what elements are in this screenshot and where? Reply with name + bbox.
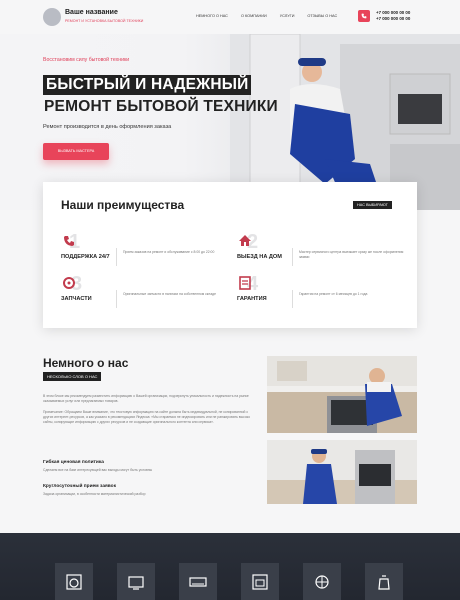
brand-tagline: РЕМОНТ И УСТАНОВКА БЫТОВОЙ ТЕХНИКИ: [65, 19, 144, 23]
advantage-text: Мастер сервисного центра выезжает сразу …: [299, 250, 404, 259]
about-paragraph-2: Примечание: Обращаем Ваше внимание, что …: [43, 410, 251, 424]
hero-title-line-2: РЕМОНТ БЫТОВОЙ ТЕХНИКИ: [44, 98, 278, 115]
hero-kicker: Восстановим силу бытовой техники: [43, 57, 130, 63]
advantage-name: ГАРАНТИЯ: [237, 296, 267, 302]
kettle-icon: [378, 575, 390, 590]
advantage-text: Прием заказов на ремонт и обслуживание с…: [123, 250, 215, 254]
about-badge: НЕСКОЛЬКО СЛОВ О НАС: [43, 372, 102, 381]
phone-button[interactable]: [358, 10, 370, 22]
svg-text:4: 4: [247, 273, 259, 294]
divider: [292, 290, 293, 308]
oven-icon: [252, 574, 268, 590]
divider: [116, 248, 117, 266]
about-title: Немного о нас: [43, 356, 129, 370]
advantage-name: ВЫЕЗД НА ДОМ: [237, 254, 282, 260]
main-nav: НЕМНОГО О НАС О КОМПАНИИ УСЛУГИ ОТЗЫВЫ О…: [196, 14, 337, 18]
phone-numbers: +7 000 000 00 00 +7 000 000 00 00: [376, 10, 410, 22]
phone-number-2[interactable]: +7 000 000 00 00: [376, 16, 410, 22]
service-tile[interactable]: [365, 563, 403, 600]
washing-machine-icon: [66, 574, 82, 590]
advantage-item: 3 ЗАПЧАСТИ Оригинальные запчасти в налич…: [61, 272, 231, 312]
service-tile[interactable]: [241, 563, 279, 600]
advantage-item: 2 ВЫЕЗД НА ДОМ Мастер сервисного центра …: [237, 230, 407, 270]
nav-item-reviews[interactable]: ОТЗЫВЫ О НАС: [307, 14, 337, 18]
feature-title-pricing: Гибкая ценовая политика: [43, 460, 104, 465]
hero-title-line-1: БЫСТРЫЙ И НАДЕЖНЫЙ: [43, 75, 252, 95]
feature-text-orders: Задача организации, в особенности матери…: [43, 492, 146, 496]
advantages-title: Наши преимущества: [61, 198, 185, 212]
tv-icon: [128, 576, 144, 590]
svg-text:3: 3: [71, 273, 82, 294]
about-photo-1: [267, 356, 417, 433]
nav-item-services[interactable]: УСЛУГИ: [280, 14, 295, 18]
service-tile[interactable]: [303, 563, 341, 600]
service-tile[interactable]: [55, 563, 93, 600]
advantage-item: 1 ПОДДЕРЖКА 24/7 Прием заказов на ремонт…: [61, 230, 231, 270]
phone-icon: [361, 13, 367, 19]
feature-text-pricing: Сделаем все на базе интересующей вас выг…: [43, 468, 153, 472]
hero-description: Ремонт производится в день оформления за…: [43, 124, 172, 130]
site-header: Ваше название РЕМОНТ И УСТАНОВКА БЫТОВОЙ…: [0, 0, 460, 34]
house-icon: 2: [239, 231, 258, 252]
nav-item-company[interactable]: О КОМПАНИИ: [241, 14, 267, 18]
advantage-text: Гарантия на ремонт от 6 месяцев до 1 год…: [299, 292, 368, 296]
logo[interactable]: [43, 8, 61, 26]
warranty-icon: 4: [239, 273, 259, 294]
fan-icon: [315, 575, 329, 589]
divider: [116, 290, 117, 308]
call-master-button[interactable]: ВЫЗВАТЬ МАСТЕРА: [43, 143, 109, 160]
air-conditioner-icon: [189, 577, 207, 587]
advantage-item: 4 ГАРАНТИЯ Гарантия на ремонт от 6 месяц…: [237, 272, 407, 312]
parts-icon: 3: [63, 273, 82, 294]
advantage-name: ЗАПЧАСТИ: [61, 296, 92, 302]
service-tile[interactable]: [117, 563, 155, 600]
svg-text:1: 1: [69, 231, 80, 252]
hero-title: БЫСТРЫЙ И НАДЕЖНЫЙ РЕМОНТ БЫТОВОЙ ТЕХНИК…: [43, 75, 278, 116]
about-photo-2: [267, 440, 417, 504]
nav-item-about[interactable]: НЕМНОГО О НАС: [196, 14, 228, 18]
feature-title-orders: Круглосуточный прием заявок: [43, 484, 117, 489]
brand-name[interactable]: Ваше название: [65, 9, 118, 16]
services-band: [0, 533, 460, 600]
advantage-name: ПОДДЕРЖКА 24/7: [61, 254, 110, 260]
advantages-badge: НАС ВЫБИРАЮТ: [353, 201, 392, 209]
about-paragraph-1: В этом блоке мы рекомендуем разместить и…: [43, 394, 249, 403]
advantage-text: Оригинальные запчасти в наличии на собст…: [123, 292, 217, 296]
divider: [292, 248, 293, 266]
support-icon: 1: [64, 231, 80, 252]
service-tile[interactable]: [179, 563, 217, 600]
advantages-card: Наши преимущества НАС ВЫБИРАЮТ 1 ПОДДЕРЖ…: [43, 182, 417, 328]
